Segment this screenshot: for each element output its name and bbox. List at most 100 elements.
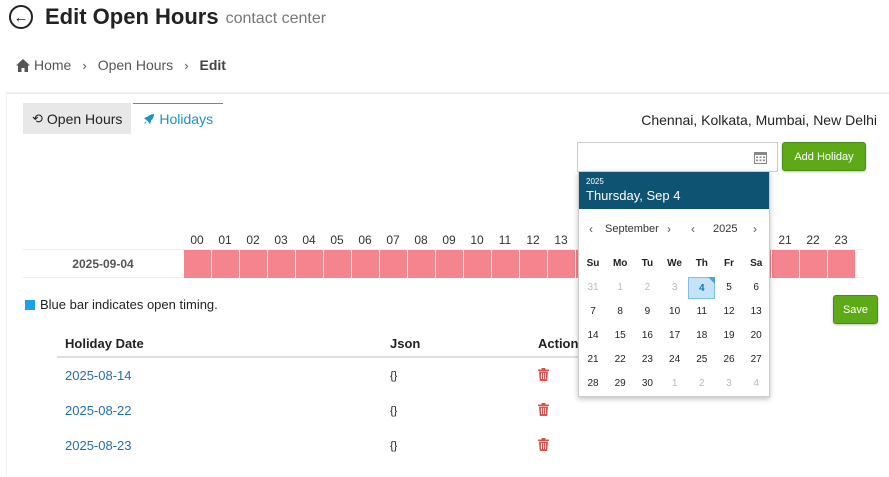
- hour-cell[interactable]: [491, 250, 519, 278]
- calendar-day[interactable]: 21: [580, 349, 607, 371]
- hour-cell[interactable]: [799, 250, 827, 278]
- breadcrumb-open-hours[interactable]: Open Hours: [98, 57, 173, 73]
- hour-cell[interactable]: [519, 250, 547, 278]
- holiday-date-link[interactable]: 2025-08-23: [57, 438, 390, 453]
- calendar-icon[interactable]: [754, 151, 767, 164]
- table-body: 2025-08-14 {} 2025-08-22{} 2025-08-23{}: [57, 358, 587, 463]
- table-row: 2025-08-23{}: [57, 428, 587, 463]
- calendar-day[interactable]: 24: [661, 349, 688, 371]
- hour-cell[interactable]: [379, 250, 407, 278]
- tab-holidays-label: Holidays: [159, 111, 214, 127]
- holiday-json: {}: [390, 439, 398, 452]
- hour-cell[interactable]: [211, 250, 239, 278]
- datepicker-header-year[interactable]: 2025: [586, 177, 762, 187]
- calendar-day[interactable]: 4: [743, 373, 770, 395]
- page-title: Edit Open Hours: [45, 4, 219, 29]
- hour-label: 05: [330, 233, 344, 247]
- arrow-left-circle-icon[interactable]: ←: [9, 5, 33, 29]
- calendar-day[interactable]: 7: [580, 301, 607, 323]
- timezone-cities: Chennai, Kolkata, Mumbai, New Delhi: [641, 112, 877, 128]
- hour-cell[interactable]: [183, 250, 211, 278]
- calendar-day[interactable]: 2: [634, 277, 661, 299]
- hour-cell[interactable]: [295, 250, 323, 278]
- next-year-icon[interactable]: ›: [753, 222, 757, 236]
- home-icon: [16, 58, 30, 72]
- tab-holidays[interactable]: Holidays: [133, 103, 224, 134]
- hour-label: 01: [218, 233, 232, 247]
- prev-year-icon[interactable]: ‹: [691, 222, 695, 236]
- calendar-day[interactable]: 3: [661, 277, 688, 299]
- action-cell: [538, 402, 587, 419]
- calendar-day[interactable]: 27: [743, 349, 770, 371]
- calendar-day[interactable]: 16: [634, 325, 661, 347]
- calendar-day[interactable]: 15: [607, 325, 634, 347]
- row-date: 2025-09-04: [72, 257, 134, 271]
- table-header: Holiday Date Json Action: [57, 330, 587, 358]
- calendar-day[interactable]: 29: [607, 373, 634, 395]
- next-month-icon[interactable]: ›: [667, 222, 671, 236]
- calendar-day[interactable]: 13: [743, 301, 770, 323]
- prev-month-icon[interactable]: ‹: [589, 222, 593, 236]
- calendar-day[interactable]: 10: [661, 301, 688, 323]
- hour-label: 13: [554, 233, 568, 247]
- breadcrumb-home[interactable]: Home: [34, 57, 71, 73]
- holiday-date-link[interactable]: 2025-08-14: [57, 368, 390, 383]
- table-row: 2025-08-22{}: [57, 393, 587, 428]
- calendar-day[interactable]: 17: [661, 325, 688, 347]
- year-select[interactable]: 2025: [713, 223, 737, 235]
- calendar-day[interactable]: 30: [634, 373, 661, 395]
- calendar-day[interactable]: 1: [661, 373, 688, 395]
- hour-label: 09: [442, 233, 456, 247]
- legend-text: Blue bar indicates open timing.: [40, 297, 218, 312]
- holiday-date-input[interactable]: [578, 143, 777, 171]
- breadcrumb: Home › Open Hours › Edit: [16, 57, 226, 73]
- calendar-day[interactable]: 5: [716, 277, 743, 299]
- calendar-day[interactable]: 18: [688, 325, 715, 347]
- save-button[interactable]: Save: [833, 295, 878, 324]
- calendar-day[interactable]: 8: [607, 301, 634, 323]
- hour-cell[interactable]: [771, 250, 799, 278]
- calendar-day[interactable]: 9: [634, 301, 661, 323]
- calendar-day[interactable]: 19: [716, 325, 743, 347]
- calendar-day[interactable]: 31: [580, 277, 607, 299]
- hour-cell[interactable]: [351, 250, 379, 278]
- hour-cell[interactable]: [435, 250, 463, 278]
- hour-cell[interactable]: [407, 250, 435, 278]
- weekday-label: Tu: [641, 258, 654, 269]
- calendar-day-selected[interactable]: 4: [688, 277, 716, 299]
- hour-cell[interactable]: [547, 250, 575, 278]
- calendar-day[interactable]: 28: [580, 373, 607, 395]
- hour-label: 03: [274, 233, 288, 247]
- chevron-right-icon: ›: [82, 57, 87, 73]
- hour-cell[interactable]: [239, 250, 267, 278]
- calendar-day[interactable]: 26: [716, 349, 743, 371]
- page-subtitle: contact center: [225, 10, 327, 27]
- calendar-day[interactable]: 14: [580, 325, 607, 347]
- calendar-day[interactable]: 20: [743, 325, 770, 347]
- hour-cell[interactable]: [267, 250, 295, 278]
- tab-open-hours[interactable]: ⟲ Open Hours: [23, 103, 132, 134]
- calendar-day[interactable]: 23: [634, 349, 661, 371]
- month-select[interactable]: September: [605, 223, 659, 235]
- column-header-json: Json: [390, 335, 421, 351]
- calendar-day[interactable]: 25: [688, 349, 715, 371]
- calendar-day[interactable]: 12: [716, 301, 743, 323]
- calendar-day[interactable]: 1: [607, 277, 634, 299]
- calendar-day[interactable]: 2: [688, 373, 715, 395]
- holiday-date-field[interactable]: [577, 142, 778, 172]
- trash-icon[interactable]: [538, 402, 549, 416]
- hour-cell[interactable]: [463, 250, 491, 278]
- calendar-day[interactable]: 22: [607, 349, 634, 371]
- hour-cell[interactable]: [827, 250, 855, 278]
- trash-icon[interactable]: [538, 437, 549, 451]
- action-cell: [538, 437, 587, 454]
- weekday-label: Fr: [724, 258, 734, 269]
- add-holiday-button[interactable]: Add Holiday: [782, 142, 866, 171]
- weekday-label: We: [667, 258, 682, 269]
- hour-cell[interactable]: [323, 250, 351, 278]
- calendar-day[interactable]: 3: [716, 373, 743, 395]
- calendar-day[interactable]: 11: [688, 301, 715, 323]
- trash-icon[interactable]: [538, 367, 549, 381]
- calendar-day[interactable]: 6: [743, 277, 770, 299]
- holiday-date-link[interactable]: 2025-08-22: [57, 403, 390, 418]
